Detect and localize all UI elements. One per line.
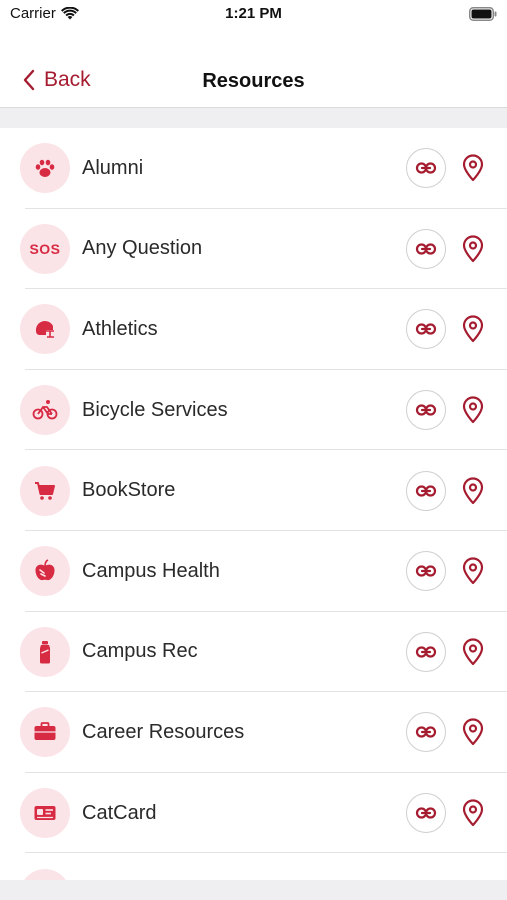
resource-row-bicycle-services[interactable]: Bicycle Services [0, 370, 507, 451]
resource-icon [20, 868, 70, 880]
map-pin-icon [462, 799, 484, 827]
link-button[interactable] [406, 390, 446, 431]
location-button[interactable] [460, 798, 486, 828]
map-pin-icon [462, 638, 484, 665]
link-button[interactable] [406, 228, 446, 269]
bicycle-icon [20, 385, 70, 436]
location-button[interactable] [460, 234, 486, 264]
location-button[interactable] [460, 637, 486, 667]
link-icon [415, 243, 437, 255]
location-button[interactable] [460, 717, 486, 747]
link-button[interactable] [406, 712, 446, 753]
resource-label: Alumni [82, 156, 144, 179]
resource-label: Campus Rec [82, 640, 198, 663]
link-button[interactable] [406, 309, 446, 350]
resources-list[interactable]: Alumni SOS Any Question Athletics Bicycl… [0, 128, 507, 880]
link-icon [415, 807, 437, 819]
resource-label: Campus Health [82, 559, 220, 582]
resource-row-catcard[interactable]: CatCard [0, 773, 507, 854]
link-button[interactable] [406, 551, 446, 592]
shopping-cart-icon [20, 465, 70, 516]
paw-icon [20, 143, 70, 194]
page-title: Resources [202, 70, 305, 92]
link-icon [415, 646, 437, 658]
battery-icon [469, 7, 497, 21]
location-button[interactable] [460, 476, 486, 506]
link-icon [415, 485, 437, 497]
resource-row-bookstore[interactable]: BookStore [0, 450, 507, 531]
list-header-spacer [0, 108, 507, 128]
resource-label: Career Resources [82, 720, 245, 743]
map-pin-icon [462, 235, 484, 262]
resource-row-alumni[interactable]: Alumni [0, 128, 507, 209]
link-button[interactable] [406, 793, 446, 834]
resource-label: Bicycle Services [82, 398, 228, 421]
clock: 1:21 PM [225, 5, 282, 22]
status-bar: Carrier 1:21 PM [0, 0, 507, 30]
water-bottle-icon [20, 626, 70, 677]
resource-label: Athletics [82, 317, 158, 340]
location-button[interactable] [460, 556, 486, 586]
link-icon [415, 565, 437, 577]
link-button[interactable] [406, 631, 446, 672]
location-button[interactable] [460, 153, 486, 183]
navigation-bar: Back Resources [0, 52, 507, 108]
link-button[interactable] [406, 470, 446, 511]
apple-icon [20, 546, 70, 597]
resource-row-career-resources[interactable]: Career Resources [0, 692, 507, 773]
link-icon [415, 726, 437, 739]
briefcase-icon [20, 707, 70, 758]
link-button[interactable] [406, 148, 446, 189]
resource-label: CatCard [82, 801, 157, 824]
resource-label: BookStore [82, 479, 176, 502]
map-pin-icon [462, 477, 484, 504]
map-pin-icon [462, 557, 484, 585]
resource-row-campus-health[interactable]: Campus Health [0, 531, 507, 612]
link-icon [415, 404, 437, 416]
resource-row-campus-rec[interactable]: Campus Rec [0, 612, 507, 693]
resource-row-partial[interactable] [0, 853, 507, 880]
location-button[interactable] [460, 395, 486, 425]
id-card-icon [20, 788, 70, 839]
sos-icon: SOS [20, 223, 70, 274]
resource-row-any-question[interactable]: SOS Any Question [0, 209, 507, 290]
resource-row-athletics[interactable]: Athletics [0, 289, 507, 370]
map-pin-icon [462, 315, 484, 343]
football-helmet-icon [20, 304, 70, 355]
link-icon [415, 162, 437, 174]
map-pin-icon [462, 396, 484, 424]
map-pin-icon [462, 718, 484, 746]
link-icon [415, 323, 437, 336]
bottom-spacer [0, 880, 507, 900]
location-button[interactable] [460, 314, 486, 344]
map-pin-icon [462, 154, 484, 182]
resource-label: Any Question [82, 237, 203, 260]
